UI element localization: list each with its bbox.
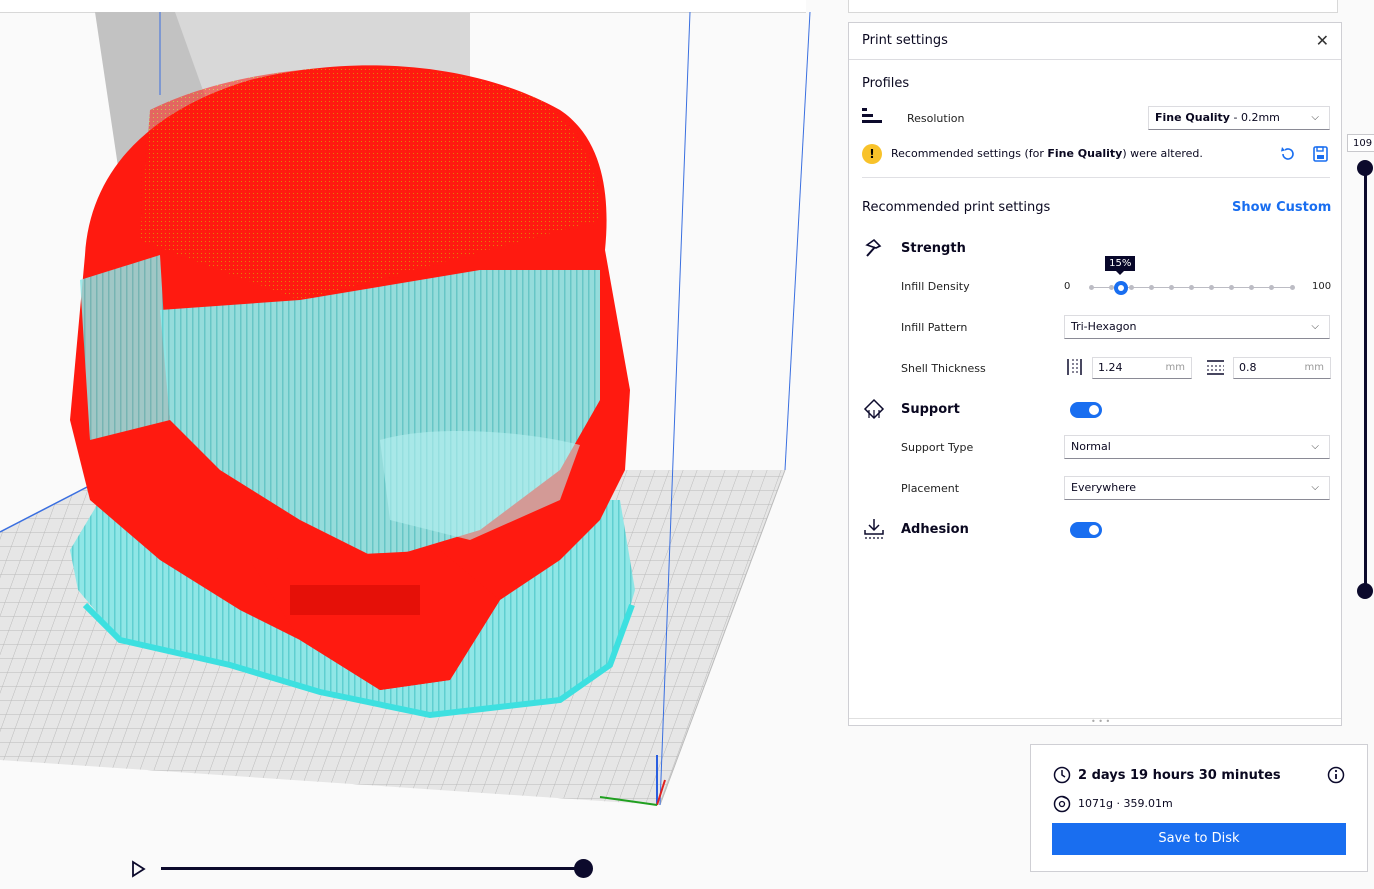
print-estimate-panel: 2 days 19 hours 30 minutes 1071g · 359.0… [1030,744,1368,872]
support-icon [863,398,885,420]
recommended-label: Recommended print settings [862,200,1051,215]
save-profile-icon[interactable] [1312,145,1330,163]
chevron-down-icon: ⌵ [1311,482,1319,493]
support-type-value: Normal [1071,440,1111,453]
show-custom-button[interactable]: Show Custom [1232,200,1331,215]
chevron-down-icon: ⌵ [1311,112,1319,123]
material-usage: 1071g · 359.01m [1078,797,1173,810]
adhesion-title: Adhesion [901,522,969,537]
infill-max-label: 100 [1312,281,1332,292]
simulation-progress-track[interactable] [161,867,585,870]
wall-thickness-value: 1.24 [1098,361,1123,374]
resolution-value-bold: Fine Quality [1155,111,1230,124]
panel-header: Print settings ✕ [849,23,1341,60]
slider-tick [1189,285,1194,290]
slider-tick [1108,285,1114,290]
resolution-value-rest: - 0.2mm [1229,111,1280,124]
layer-number-input[interactable]: 109 [1347,134,1374,152]
infill-density-thumb[interactable] [1114,281,1129,295]
resolution-icon [862,108,882,123]
top-settings-strip [848,0,1338,13]
adhesion-toggle[interactable] [1070,522,1102,538]
infill-min-label: 0 [1064,281,1071,292]
divider [862,177,1330,178]
print-time: 2 days 19 hours 30 minutes [1078,768,1281,783]
panel-resize-handle[interactable]: • • • [849,718,1341,726]
filament-spool-icon [1053,795,1071,813]
strength-title: Strength [901,241,966,256]
wall-thickness-input[interactable]: 1.24 mm [1092,357,1192,379]
slider-tick [1088,285,1094,290]
infill-pattern-label: Infill Pattern [901,321,968,334]
resolution-dropdown[interactable]: Fine Quality - 0.2mm ⌵ [1148,106,1330,130]
adhesion-icon [864,519,884,539]
simulation-progress-handle[interactable] [574,859,593,878]
slider-tick [1168,285,1174,290]
resolution-label: Resolution [907,112,965,125]
slider-tick [1289,285,1295,290]
placement-label: Placement [901,482,960,495]
placement-value: Everywhere [1071,481,1137,494]
infill-pattern-value: Tri-Hexagon [1071,320,1137,333]
slider-tick [1128,285,1134,290]
profiles-label: Profiles [862,76,910,91]
infill-pattern-dropdown[interactable]: Tri-Hexagon ⌵ [1064,315,1330,339]
infill-density-label: Infill Density [901,280,970,293]
top-bottom-thickness-input[interactable]: 0.8 mm [1233,357,1331,379]
slider-tick [1148,285,1154,290]
altered-warning-text: Recommended settings (for Fine Quality) … [891,147,1203,160]
layer-slider-top-handle[interactable] [1357,160,1373,176]
unit-label: mm [1304,362,1324,373]
layer-number-value: 109 [1353,138,1373,149]
info-icon[interactable] [1327,766,1345,784]
panel-title: Print settings [862,33,948,48]
layer-slider-bottom-handle[interactable] [1357,583,1373,599]
play-icon[interactable] [130,860,146,878]
slider-tick [1229,285,1235,290]
support-toggle[interactable] [1070,402,1102,418]
infill-density-tooltip: 15% [1105,256,1136,275]
hammer-icon [865,238,882,257]
slider-tick [1269,285,1275,290]
chevron-down-icon: ⌵ [1311,441,1319,452]
3d-viewport[interactable] [0,12,845,889]
reset-icon[interactable] [1279,145,1297,163]
close-icon[interactable]: ✕ [1316,31,1329,50]
warning-icon: ! [862,144,882,164]
infill-density-slider[interactable]: 15% [1088,256,1295,303]
unit-label: mm [1165,362,1185,373]
placement-dropdown[interactable]: Everywhere ⌵ [1064,476,1330,500]
slider-tick [1209,285,1215,290]
top-bottom-thickness-icon [1207,360,1224,375]
shell-thickness-label: Shell Thickness [901,362,986,375]
support-title: Support [901,402,960,417]
layer-slider-track[interactable] [1364,168,1367,592]
support-type-label: Support Type [901,441,974,454]
slider-tick [1249,285,1255,290]
wall-thickness-icon [1067,359,1082,375]
save-to-disk-button[interactable]: Save to Disk [1052,823,1346,855]
print-settings-panel: Print settings ✕ Profiles Resolution Fin… [848,22,1342,726]
support-type-dropdown[interactable]: Normal ⌵ [1064,435,1330,459]
top-bottom-thickness-value: 0.8 [1239,361,1257,374]
clock-icon [1053,766,1071,784]
chevron-down-icon: ⌵ [1311,321,1319,332]
